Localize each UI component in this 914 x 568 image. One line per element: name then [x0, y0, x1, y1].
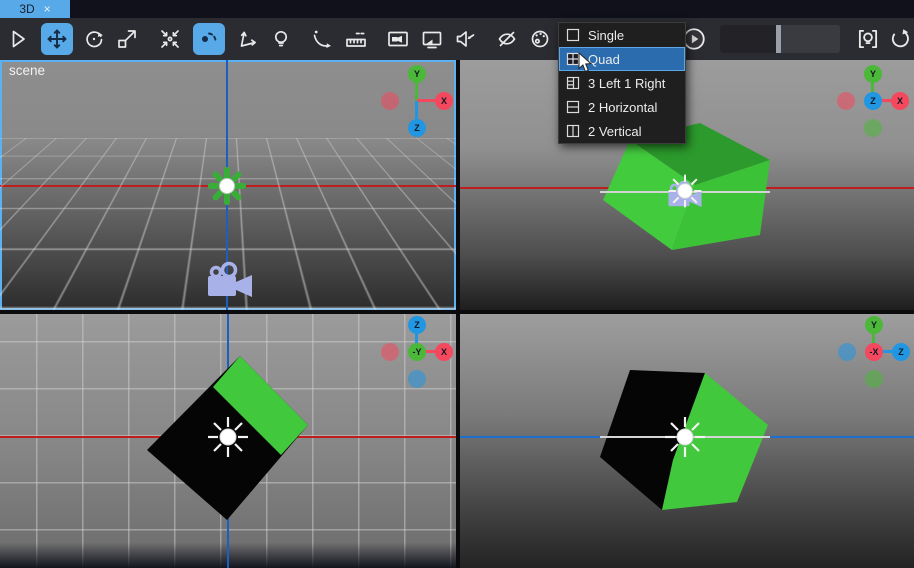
- menu-item-2-vertical[interactable]: 2 Vertical: [559, 119, 685, 143]
- light-gizmo[interactable]: [663, 415, 707, 459]
- viewport-front[interactable]: Y X Z: [460, 60, 914, 310]
- pivot-tool-button[interactable]: [193, 23, 225, 55]
- tab-3d[interactable]: 3D ×: [0, 0, 70, 18]
- eye-off-icon: [498, 31, 516, 47]
- axis-y-ball[interactable]: Y: [865, 316, 883, 334]
- light-gizmo[interactable]: [206, 415, 250, 459]
- menu-item-label: Single: [588, 27, 625, 43]
- axis-neg-y-ball[interactable]: [864, 119, 882, 137]
- axis-neg-z-ball[interactable]: [408, 370, 426, 388]
- scale-tool-button[interactable]: [111, 23, 143, 55]
- camera-view-button[interactable]: [382, 23, 414, 55]
- menu-item-label: 3 Left 1 Right: [588, 75, 666, 91]
- palette-button[interactable]: [524, 23, 556, 55]
- axis-z-ball[interactable]: Z: [864, 92, 882, 110]
- axis-gizmo: Z X -Y: [379, 314, 455, 390]
- viewport-light-button[interactable]: [852, 23, 884, 55]
- toolbar: [0, 18, 914, 60]
- axis-gizmo: Y Z -X: [836, 314, 912, 390]
- move-tool-button[interactable]: [41, 23, 73, 55]
- axis-y-ball[interactable]: Y: [864, 65, 882, 83]
- axis-x-ball[interactable]: X: [891, 92, 909, 110]
- rotate-tool-button[interactable]: [78, 23, 110, 55]
- axis-x-ball[interactable]: X: [435, 92, 453, 110]
- reset-view-button[interactable]: [884, 23, 914, 55]
- measure-tool-button[interactable]: [340, 23, 372, 55]
- menu-item-single[interactable]: Single: [559, 23, 685, 47]
- layout-2vertical-icon: [566, 124, 580, 138]
- axis-neg-y-ball[interactable]: -Y: [408, 343, 426, 361]
- rotate-circle-icon: [86, 31, 103, 48]
- focus-center-icon: [161, 30, 179, 48]
- scale-square-icon: [118, 30, 136, 48]
- audio-preview-button[interactable]: [449, 23, 481, 55]
- light-tool-button[interactable]: [265, 23, 297, 55]
- light-gizmo[interactable]: [665, 171, 705, 211]
- tab-title: 3D: [19, 2, 35, 16]
- toolbar-slider[interactable]: [720, 25, 840, 53]
- menu-item-label: 2 Vertical: [588, 123, 642, 139]
- visibility-off-button[interactable]: [491, 23, 523, 55]
- select-arrow-icon: [12, 30, 25, 48]
- axis-gizmo: Y X Z: [835, 63, 911, 139]
- speaker-icon: [456, 31, 475, 47]
- light-gizmo[interactable]: [205, 164, 249, 208]
- axis-z-ball[interactable]: Z: [408, 316, 426, 334]
- tab-bar: 3D ×: [0, 0, 914, 18]
- camera-frame-icon: [388, 31, 408, 47]
- slider-handle[interactable]: [776, 25, 782, 53]
- menu-item-label: 2 Horizontal: [588, 99, 658, 115]
- orbit-tool-button[interactable]: [306, 23, 338, 55]
- axis-neg-y-ball[interactable]: [865, 370, 883, 388]
- axis-neg-x-ball[interactable]: [381, 343, 399, 361]
- camera-gizmo[interactable]: [204, 261, 256, 301]
- menu-item-3-left-1-right[interactable]: 3 Left 1 Right: [559, 71, 685, 95]
- axis-z-ball[interactable]: Z: [408, 119, 426, 137]
- axis-neg-z-ball[interactable]: [838, 343, 856, 361]
- screen-camera-icon: [422, 31, 442, 49]
- pivot-point-icon: [202, 32, 217, 43]
- bulb-brackets-icon: [858, 29, 878, 49]
- orbit-arc-icon: [313, 30, 331, 48]
- axis-y-ball[interactable]: Y: [408, 65, 426, 83]
- axis-x-ball[interactable]: X: [435, 343, 453, 361]
- viewport-side[interactable]: Y Z -X: [460, 314, 914, 568]
- axis-neg-x-ball[interactable]: -X: [865, 343, 883, 361]
- layout-single-icon: [566, 28, 580, 42]
- screen-view-button[interactable]: [416, 23, 448, 55]
- layout-2horizontal-icon: [566, 100, 580, 114]
- layout-3left-1right-icon: [566, 76, 580, 90]
- axis-neg-x-ball[interactable]: [381, 92, 399, 110]
- axis-z-ball[interactable]: Z: [892, 343, 910, 361]
- refresh-icon: [891, 29, 909, 48]
- palette-icon: [531, 30, 549, 48]
- slider-fill: [720, 25, 777, 53]
- frame-selection-button[interactable]: [154, 23, 186, 55]
- axes-arrows-icon: [240, 31, 256, 47]
- scene-label: scene: [9, 63, 46, 78]
- transform-axes-button[interactable]: [231, 23, 263, 55]
- select-tool-button[interactable]: [2, 23, 34, 55]
- viewport-top[interactable]: Z X -Y: [0, 314, 456, 568]
- ruler-icon: [346, 32, 366, 47]
- bulb-icon: [274, 30, 288, 47]
- mouse-cursor: [578, 52, 593, 73]
- menu-item-2-horizontal[interactable]: 2 Horizontal: [559, 95, 685, 119]
- move-arrows-icon: [47, 29, 67, 49]
- view-layout-menu: Single Quad 3 Left 1 Right 2 Horizontal …: [558, 22, 686, 144]
- viewport-perspective[interactable]: scene Y X Z: [0, 60, 456, 310]
- close-tab-button[interactable]: ×: [44, 3, 51, 15]
- axis-gizmo: Y X Z: [379, 63, 455, 139]
- axis-neg-x-ball[interactable]: [837, 92, 855, 110]
